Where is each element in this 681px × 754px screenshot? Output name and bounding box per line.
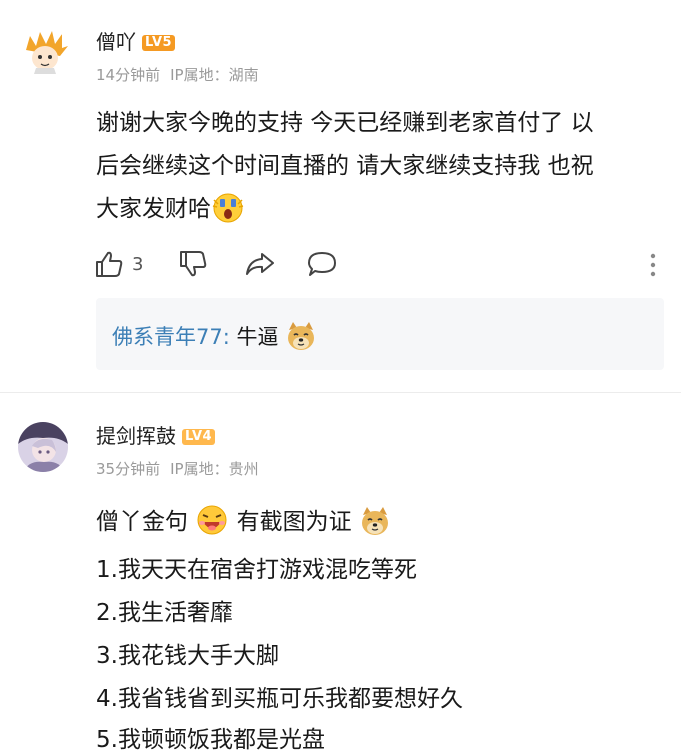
- comment-meta: 14分钟前 IP属地：湖南: [96, 64, 269, 85]
- doge-emoji-icon: [285, 320, 317, 357]
- comment-actions: 3: [94, 250, 664, 280]
- avatar[interactable]: [18, 422, 68, 472]
- username[interactable]: 僧吖 LV5: [96, 26, 176, 55]
- comment-body: 谢谢大家今晚的支持 今天已经赚到老家首付了 以 后会继续这个时间直播的 请大家继…: [96, 102, 676, 239]
- timestamp: 35分钟前: [96, 460, 161, 478]
- doge-emoji-icon: [359, 505, 391, 543]
- comment-line: 谢谢大家今晚的支持 今天已经赚到老家首付了 以: [96, 110, 594, 136]
- comment-intro: 僧丫金句 有截图为证: [96, 502, 391, 543]
- comment-line: 后会继续这个时间直播的 请大家继续支持我 也祝: [96, 153, 594, 179]
- laughing-face-emoji-icon: [195, 503, 229, 543]
- timestamp: 14分钟前: [96, 66, 161, 84]
- like-button[interactable]: [94, 250, 124, 282]
- level-badge: LV5: [142, 35, 176, 51]
- share-button[interactable]: [244, 250, 276, 282]
- reply-button[interactable]: [306, 250, 338, 282]
- list-item: 5.我顿顿饭我都是光盘: [96, 727, 325, 753]
- reply-username[interactable]: 佛系青年77:: [112, 325, 230, 349]
- username[interactable]: 提剑挥鼓 LV4: [96, 420, 216, 449]
- vertical-dots-icon: [650, 253, 656, 277]
- list-item: 1.我天天在宿舍打游戏混吃等死: [96, 557, 417, 583]
- comment-2: 提剑挥鼓 LV4 35分钟前 IP属地：贵州 僧丫金句 有截图为证 1.我天天在…: [0, 394, 681, 753]
- list-item: 3.我花钱大手大脚: [96, 643, 279, 669]
- ip-location: IP属地：湖南: [170, 66, 259, 84]
- list-item: 2.我生活奢靡: [96, 600, 233, 626]
- dislike-button[interactable]: [178, 250, 208, 282]
- like-count: 3: [132, 254, 144, 275]
- ip-location: IP属地：贵州: [170, 460, 259, 478]
- comment-1: 僧吖 LV5 14分钟前 IP属地：湖南 谢谢大家今晚的支持 今天已经赚到老家首付了…: [0, 0, 681, 390]
- avatar[interactable]: [20, 28, 70, 78]
- comment-line: 大家发财哈: [96, 196, 211, 222]
- comment-bubble-icon: [308, 252, 336, 276]
- comment-divider: [0, 392, 681, 393]
- reply-preview[interactable]: 佛系青年77: 牛逼: [96, 298, 664, 370]
- level-badge: LV4: [182, 429, 216, 445]
- reply-text: 牛逼: [236, 325, 279, 349]
- share-arrow-icon: [246, 253, 274, 275]
- shocked-face-emoji-icon: [211, 190, 245, 239]
- list-item: 4.我省钱省到买瓶可乐我都要想好久: [96, 686, 463, 712]
- more-options-button[interactable]: [648, 252, 658, 282]
- comment-meta: 35分钟前 IP属地：贵州: [96, 458, 269, 479]
- thumbs-down-icon: [180, 251, 207, 277]
- thumbs-up-icon: [96, 251, 123, 277]
